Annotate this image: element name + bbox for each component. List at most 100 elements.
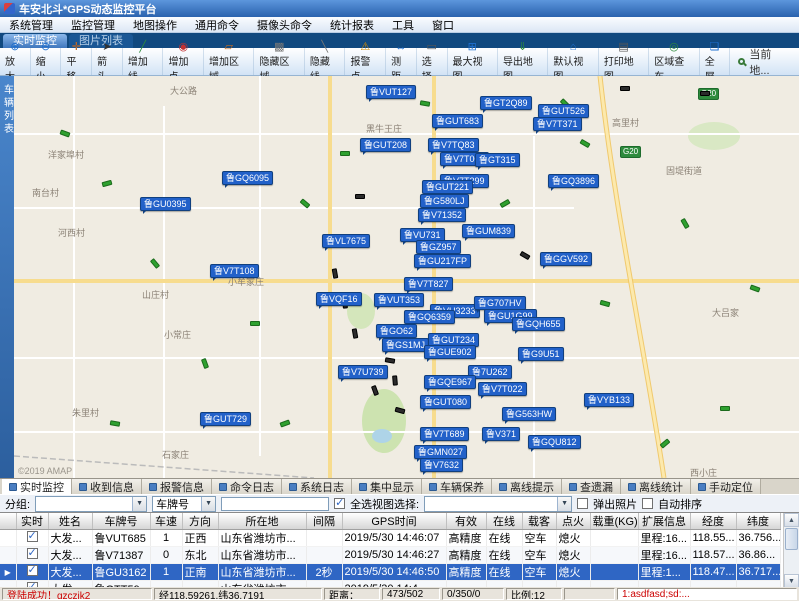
bottom-tab-offline-stats[interactable]: 离线统计 [621,479,691,494]
vehicle-label[interactable]: 鲁GUT729 [200,412,251,426]
vehicle-label[interactable]: 鲁VQF16 [316,292,362,306]
view-select[interactable] [424,496,572,512]
scrollbar-thumb[interactable] [785,528,798,550]
print-map-button[interactable]: ▤打印地图 [599,48,649,75]
bottom-tab-manual-position[interactable]: 手动定位 [691,479,761,494]
fullscreen-button[interactable]: ❏全屏 [700,48,731,75]
vehicle-label[interactable]: 鲁GUT526 [538,104,589,118]
vehicle-label[interactable]: 鲁VUT353 [374,293,424,307]
column-header[interactable]: 经度 [690,513,736,530]
select-button[interactable]: ▭选择 [417,48,448,75]
popup-photo-checkbox[interactable] [577,498,588,509]
export-map-button[interactable]: ⇓导出地图 [498,48,548,75]
truck-icon[interactable] [700,91,710,96]
vehicle-label[interactable]: 鲁G580LJ [420,194,469,208]
vehicle-label[interactable]: 鲁GUT683 [432,114,483,128]
column-header[interactable]: 车牌号 [92,513,150,530]
vehicle-label[interactable]: 鲁GUT221 [422,180,473,194]
vehicle-label[interactable]: 鲁GU0395 [140,197,191,211]
arrow-button[interactable]: ➤箭头 [92,48,123,75]
vehicle-label[interactable]: 鲁G563HW [502,407,556,421]
vehicle-label[interactable]: 鲁GQ6359 [404,310,455,324]
add-line-button[interactable]: ╱增加线 [123,48,164,75]
vehicle-label[interactable]: 鲁V7T022 [478,382,527,396]
column-header[interactable]: 纬度 [736,513,780,530]
vehicle-label[interactable]: 鲁GMN027 [414,445,467,459]
bottom-tab-system-log[interactable]: 系统日志 [282,479,352,494]
vehicle-label[interactable]: 鲁V7T371 [533,117,582,131]
menu-window[interactable]: 窗口 [423,17,463,32]
realtime-checkbox[interactable] [27,548,38,559]
max-view-button[interactable]: ⊞最大视图 [448,48,498,75]
car-icon[interactable] [720,406,730,411]
vehicle-label[interactable]: 鲁GQE967 [424,375,476,389]
column-header[interactable]: 在线 [486,513,522,530]
vehicle-label[interactable]: 鲁G707HV [474,296,526,310]
zoom-out-button[interactable]: ⊖缩小 [31,48,62,75]
vehicle-label[interactable]: 鲁V71352 [418,208,466,222]
default-view-button[interactable]: ⌂默认视图 [548,48,598,75]
bottom-tab-centralized-display[interactable]: 集中显示 [352,479,422,494]
vehicle-label[interactable]: 鲁VL7675 [322,234,370,248]
vehicle-label[interactable]: 鲁GQ6095 [222,171,273,185]
column-header[interactable]: 扩展信息 [638,513,690,530]
measure-button[interactable]: ↔测距 [386,48,417,75]
vehicle-label[interactable]: 鲁GQ3896 [548,174,599,188]
bottom-tab-received-info[interactable]: 收到信息 [72,479,142,494]
vehicle-label[interactable]: 鲁V7TQ83 [428,138,479,152]
vehicle-label[interactable]: 鲁V7T108 [210,264,259,278]
vehicle-label[interactable]: 鲁GUT208 [360,138,411,152]
search-field-select[interactable]: 车牌号 [152,496,216,512]
realtime-checkbox[interactable] [27,565,38,576]
vehicle-label[interactable]: 鲁V7U739 [338,365,388,379]
menu-general-command[interactable]: 通用命令 [186,17,248,32]
table-row[interactable]: 大发...鲁V713870东北山东省潍坊市...2019/5/30 14:46:… [0,547,780,564]
table-scrollbar[interactable] [783,513,799,587]
map-canvas[interactable]: ©2019 AMAP 鲁VUT127鲁GT2Q89鲁GUT526鲁V7T371鲁… [14,76,799,478]
column-header[interactable]: 间隔 [306,513,342,530]
vehicle-label[interactable]: 鲁GS1MJ [382,338,429,352]
column-header[interactable]: 有效 [446,513,486,530]
menu-camera-command[interactable]: 摄像头命令 [248,17,321,32]
vehicle-label[interactable]: 鲁V7T827 [404,277,453,291]
truck-icon[interactable] [392,375,398,385]
bottom-tab-check-missing[interactable]: 查遗漏 [562,479,621,494]
car-icon[interactable] [340,151,350,156]
vehicle-label[interactable]: 鲁GO62 [376,324,417,338]
vehicle-label[interactable]: 鲁VUT127 [366,85,416,99]
realtime-checkbox[interactable] [27,531,38,542]
bottom-tab-realtime[interactable]: 实时监控 [2,479,72,494]
table-row[interactable]: ▶大发...鲁GU31621正南山东省潍坊市...2秒2019/5/30 14:… [0,564,780,581]
column-header[interactable] [0,513,16,530]
menu-system-management[interactable]: 系统管理 [0,17,62,32]
add-point-button[interactable]: ◉增加点 [163,48,204,75]
menu-monitor-management[interactable]: 监控管理 [62,17,124,32]
zoom-in-button[interactable]: ⊕放大 [0,48,31,75]
scroll-up-icon[interactable] [784,513,799,527]
vehicle-label[interactable]: 鲁GGV592 [540,252,592,266]
bottom-tab-vehicle-maintenance[interactable]: 车辆保养 [422,479,492,494]
vehicle-label[interactable]: 鲁GU217FP [414,254,471,268]
pan-button[interactable]: ✛平移 [61,48,92,75]
vehicle-label[interactable]: 鲁G9U51 [518,347,564,361]
menu-tools[interactable]: 工具 [383,17,423,32]
bottom-tab-command-log[interactable]: 命令日志 [212,479,282,494]
vehicle-label[interactable]: 鲁GT315 [475,153,520,167]
alarm-point-button[interactable]: ⚠报警点 [345,48,386,75]
table-row[interactable]: 大发...鲁VUT6851正西山东省潍坊市...2019/5/30 14:46:… [0,530,780,547]
vehicle-label[interactable]: 鲁GUM839 [462,224,515,238]
hide-line-button[interactable]: ╲隐藏线 [305,48,346,75]
column-header[interactable]: 方向 [182,513,218,530]
table-row[interactable]: 大发...鲁GTT59...山东省潍坊市...2019/5/30 14:4... [0,581,780,588]
view-select-checkbox[interactable] [334,498,345,509]
column-header[interactable]: 姓名 [48,513,92,530]
vehicle-label[interactable]: 鲁GUT080 [420,395,471,409]
alarm-message-box[interactable]: 1:asdfasd;sd:... [617,588,797,600]
menu-map-operation[interactable]: 地图操作 [124,17,186,32]
vehicle-label[interactable]: 鲁GZ957 [416,240,461,254]
scroll-down-icon[interactable] [784,574,799,587]
search-icon[interactable] [738,58,745,65]
vehicle-label[interactable]: 鲁GQH655 [512,317,565,331]
column-header[interactable]: 载客 [522,513,556,530]
column-header[interactable]: 载重(KG) [590,513,638,530]
